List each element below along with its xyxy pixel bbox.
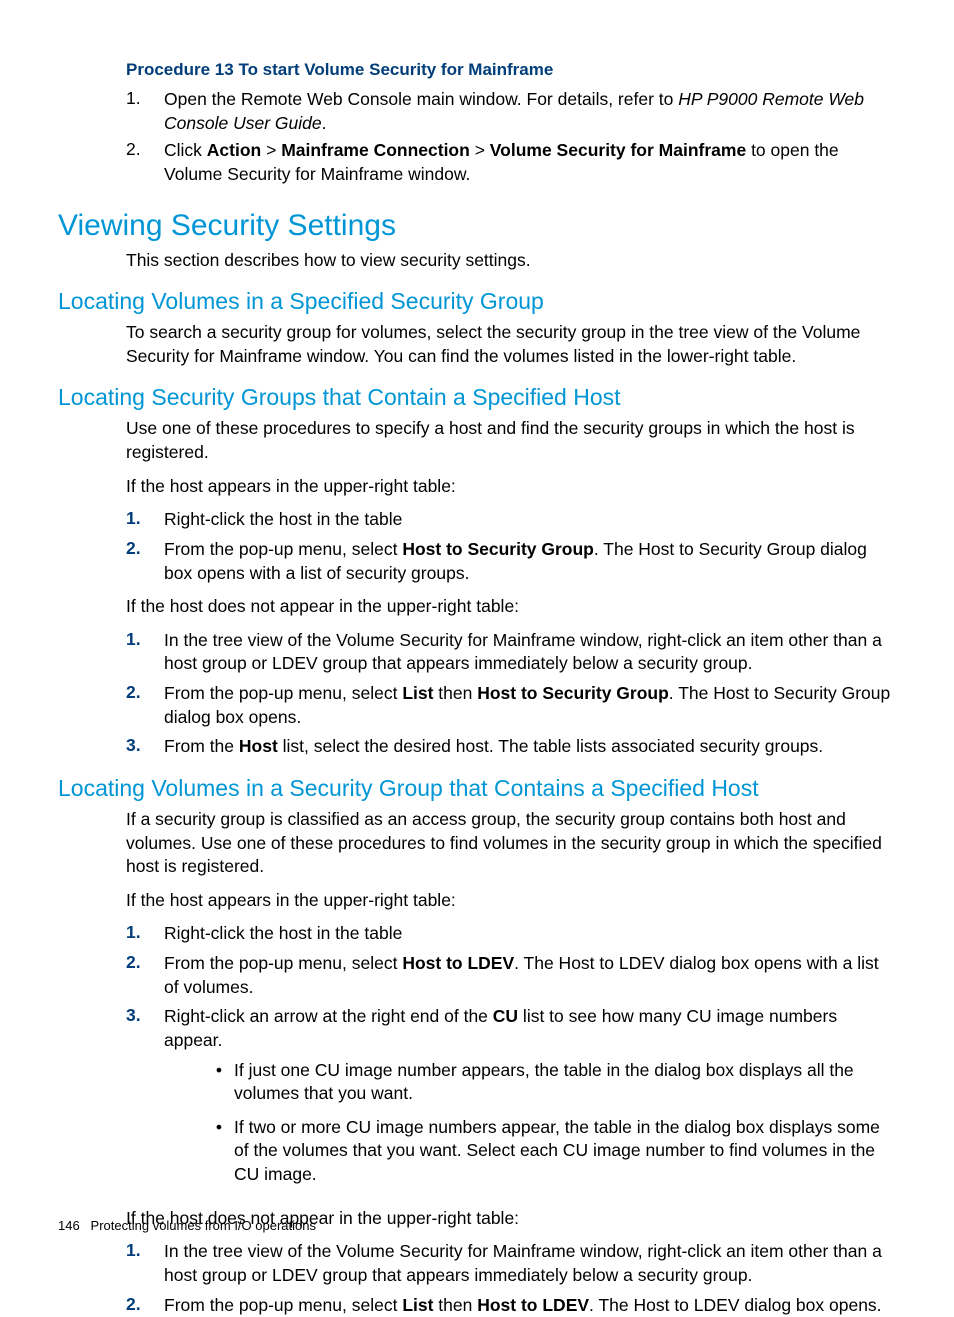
paragraph: If the host appears in the upper-right t… [126, 475, 896, 499]
step-text: Open the Remote Web Console main window.… [164, 88, 896, 135]
heading-locating-volumes-group-host: Locating Volumes in a Security Group tha… [58, 775, 896, 802]
heading-locating-security-groups-host: Locating Security Groups that Contain a … [58, 384, 896, 411]
paragraph: Use one of these procedures to specify a… [126, 417, 896, 464]
step-number: 1. [126, 88, 164, 135]
step-number: 3. [126, 1005, 164, 1196]
procedure-title: Procedure 13 To start Volume Security fo… [126, 60, 896, 80]
ordered-list: 1. In the tree view of the Volume Securi… [126, 629, 896, 759]
step-number: 1. [126, 1240, 164, 1287]
list-item: 1. Right-click the host in the table [126, 508, 896, 532]
list-item: 2. From the pop-up menu, select Host to … [126, 952, 896, 999]
ordered-list: 1. Right-click the host in the table 2. … [126, 922, 896, 1196]
list-item: 1. Right-click the host in the table [126, 922, 896, 946]
step-text: From the pop-up menu, select Host to LDE… [164, 952, 896, 999]
step-text: From the pop-up menu, select Host to Sec… [164, 538, 896, 585]
page-footer: 146 Protecting volumes from I/O operatio… [58, 1218, 316, 1233]
list-item: • If just one CU image number appears, t… [204, 1059, 896, 1106]
ordered-list: 1. Right-click the host in the table 2. … [126, 508, 896, 585]
bullet-text: If two or more CU image numbers appear, … [234, 1116, 896, 1187]
step-text: Click Action > Mainframe Connection > Vo… [164, 139, 896, 186]
ordered-list: 1. In the tree view of the Volume Securi… [126, 1240, 896, 1317]
paragraph: To search a security group for volumes, … [126, 321, 896, 368]
step-number: 2. [126, 139, 164, 186]
page-number: 146 [58, 1218, 80, 1233]
paragraph: If the host appears in the upper-right t… [126, 889, 896, 913]
step-number: 2. [126, 538, 164, 585]
step-text: Right-click the host in the table [164, 508, 896, 532]
step-number: 2. [126, 682, 164, 729]
paragraph: If a security group is classified as an … [126, 808, 896, 879]
step-text: From the pop-up menu, select List then H… [164, 1294, 896, 1317]
step-text: Right-click an arrow at the right end of… [164, 1005, 896, 1196]
step-number: 2. [126, 1294, 164, 1317]
procedure-steps: 1. Open the Remote Web Console main wind… [126, 88, 896, 187]
list-item: 1. Open the Remote Web Console main wind… [126, 88, 896, 135]
bullet-list: • If just one CU image number appears, t… [204, 1059, 896, 1187]
paragraph: This section describes how to view secur… [126, 249, 896, 273]
list-item: 2. Click Action > Mainframe Connection >… [126, 139, 896, 186]
list-item: 2. From the pop-up menu, select List the… [126, 682, 896, 729]
list-item: 3. Right-click an arrow at the right end… [126, 1005, 896, 1196]
list-item: 1. In the tree view of the Volume Securi… [126, 629, 896, 676]
list-item: 1. In the tree view of the Volume Securi… [126, 1240, 896, 1287]
heading-viewing-security-settings: Viewing Security Settings [58, 209, 896, 243]
step-text: In the tree view of the Volume Security … [164, 1240, 896, 1287]
step-text: In the tree view of the Volume Security … [164, 629, 896, 676]
paragraph: If the host does not appear in the upper… [126, 595, 896, 619]
step-number: 1. [126, 508, 164, 532]
step-text: From the Host list, select the desired h… [164, 735, 896, 759]
step-number: 2. [126, 952, 164, 999]
step-text: From the pop-up menu, select List then H… [164, 682, 896, 729]
list-item: 2. From the pop-up menu, select List the… [126, 1294, 896, 1317]
heading-locating-volumes-specified-group: Locating Volumes in a Specified Security… [58, 288, 896, 315]
list-item: 2. From the pop-up menu, select Host to … [126, 538, 896, 585]
bullet-icon: • [204, 1116, 234, 1187]
list-item: 3. From the Host list, select the desire… [126, 735, 896, 759]
footer-label: Protecting volumes from I/O operations [91, 1218, 316, 1233]
step-text: Right-click the host in the table [164, 922, 896, 946]
step-number: 1. [126, 629, 164, 676]
list-item: • If two or more CU image numbers appear… [204, 1116, 896, 1187]
step-number: 1. [126, 922, 164, 946]
bullet-icon: • [204, 1059, 234, 1106]
step-number: 3. [126, 735, 164, 759]
bullet-text: If just one CU image number appears, the… [234, 1059, 896, 1106]
